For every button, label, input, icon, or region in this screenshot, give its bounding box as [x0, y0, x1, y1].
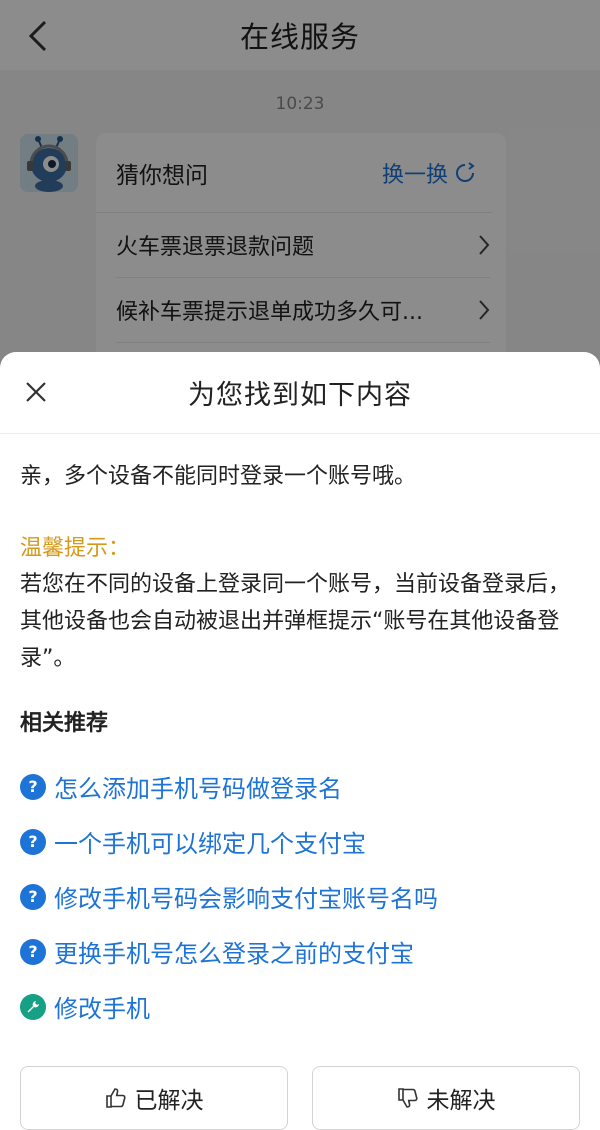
- recommend-item-label: 一个手机可以绑定几个支付宝: [54, 830, 366, 858]
- close-icon: [26, 382, 46, 402]
- tip-text: 若您在不同的设备上登录同一个账号，当前设备登录后，其他设备也会自动被退出并弹框提…: [20, 572, 571, 671]
- thumbs-down-icon: [397, 1088, 418, 1108]
- question-icon: ?: [20, 938, 46, 965]
- question-icon: ?: [20, 773, 46, 800]
- recommend-item[interactable]: ? 一个手机可以绑定几个支付宝: [20, 814, 580, 869]
- answer-bottom-sheet: 为您找到如下内容 亲，多个设备不能同时登录一个账号哦。 温馨提示： 若您在不同的…: [0, 352, 600, 1130]
- recommend-item-label: 修改手机号码会影响支付宝账号名吗: [54, 885, 438, 913]
- sheet-header: 为您找到如下内容: [0, 352, 600, 434]
- recommend-item-label: 更换手机号怎么登录之前的支付宝: [54, 940, 414, 968]
- recommend-item[interactable]: ? 修改手机号码会影响支付宝账号名吗: [20, 869, 580, 924]
- thumbs-up-icon: [105, 1088, 126, 1108]
- unresolved-label: 未解决: [426, 1088, 496, 1114]
- question-icon: ?: [20, 828, 46, 855]
- close-button[interactable]: [18, 374, 54, 410]
- resolved-label: 已解决: [134, 1088, 204, 1114]
- recommend-item-label: 修改手机: [54, 995, 150, 1023]
- recommend-title: 相关推荐: [20, 711, 109, 736]
- unresolved-button[interactable]: 未解决: [312, 1066, 580, 1130]
- answer-text: 亲，多个设备不能同时登录一个账号哦。: [20, 464, 417, 489]
- sheet-content: 亲，多个设备不能同时登录一个账号哦。 温馨提示： 若您在不同的设备上登录同一个账…: [0, 460, 600, 1034]
- recommend-item[interactable]: ? 怎么添加手机号码做登录名: [20, 759, 580, 814]
- sheet-title: 为您找到如下内容: [188, 380, 412, 411]
- recommend-item-label: 怎么添加手机号码做登录名: [54, 775, 342, 803]
- question-icon: ?: [20, 883, 46, 910]
- recommend-item[interactable]: 修改手机: [20, 979, 580, 1034]
- feedback-buttons: 已解决 未解决: [20, 1066, 580, 1130]
- tip-label: 温馨提示：: [20, 536, 131, 561]
- wrench-icon: [20, 993, 46, 1020]
- resolved-button[interactable]: 已解决: [20, 1066, 288, 1130]
- recommend-item[interactable]: ? 更换手机号怎么登录之前的支付宝: [20, 924, 580, 979]
- recommend-list: ? 怎么添加手机号码做登录名 ? 一个手机可以绑定几个支付宝 ? 修改手机号码会…: [20, 759, 580, 1034]
